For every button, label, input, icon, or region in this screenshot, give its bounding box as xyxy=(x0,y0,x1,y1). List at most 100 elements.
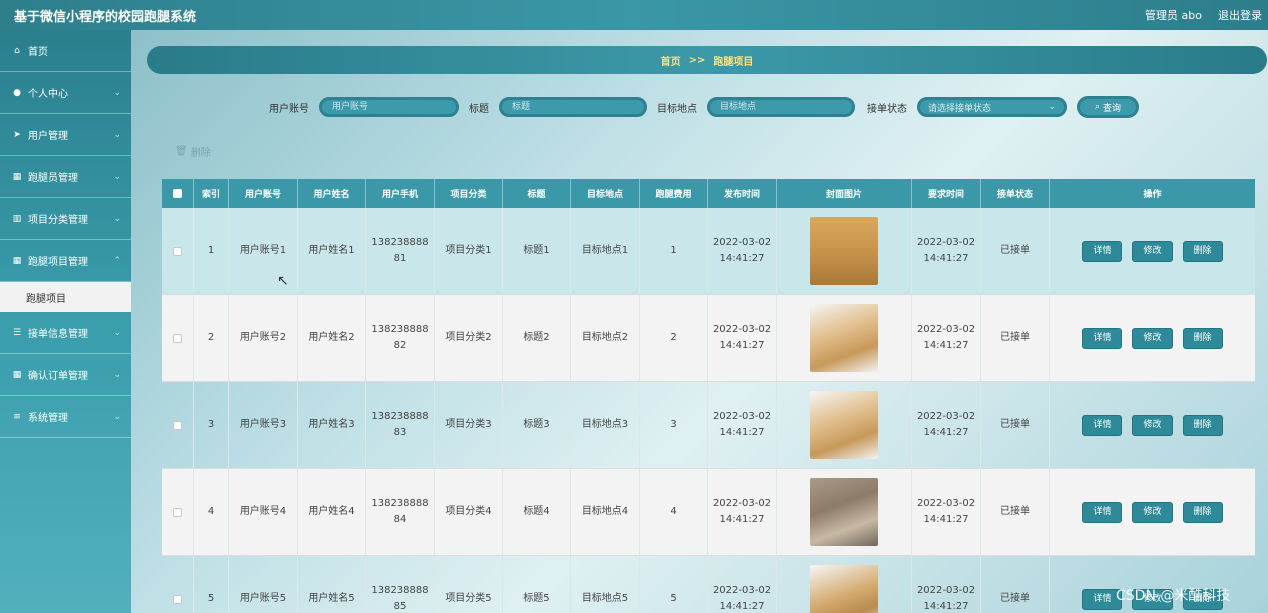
grid-icon: ▦ xyxy=(12,369,22,380)
table-row[interactable]: 4 用户账号4 用户姓名4 138238888 84 项目分类4 标题4 目标地点… xyxy=(162,469,1255,556)
breadcrumb-separator: >> xyxy=(688,54,706,66)
cell-name: 用户姓名4 xyxy=(298,469,366,555)
column-header: 索引 xyxy=(194,179,229,208)
date-part: 2022-03-02 xyxy=(916,498,976,509)
select-all-cell xyxy=(162,179,194,208)
column-header: 目标地点 xyxy=(571,179,640,208)
cell-account: 用户账号2 xyxy=(229,295,298,381)
sidebar-item-user-management[interactable]: ➤ 用户管理 ⌄ xyxy=(0,114,131,156)
search-icon: ⌕ xyxy=(1094,102,1101,112)
cell-phone: 138238888 82 xyxy=(366,295,435,381)
sidebar-item-label: 项目分类管理 xyxy=(28,215,88,226)
cell-actions: 详情 修改 删除 xyxy=(1050,295,1255,381)
phone-part: 138238888 xyxy=(371,237,429,248)
chevron-down-icon: ⌄ xyxy=(1048,102,1056,112)
cell-cover xyxy=(777,556,912,613)
cell-index: 1 xyxy=(194,208,229,294)
cell-fee: 5 xyxy=(640,556,708,613)
sidebar-item-category-management[interactable]: ▥ 项目分类管理 ⌄ xyxy=(0,198,131,240)
column-header: 标题 xyxy=(503,179,571,208)
sidebar-item-personal-center[interactable]: ● 个人中心 ⌄ xyxy=(0,72,131,114)
mouse-cursor-icon: ↖ xyxy=(277,273,289,289)
cover-image xyxy=(810,478,878,546)
query-button-label: 查询 xyxy=(1103,103,1122,114)
status-select[interactable]: 请选择接单状态 ⌄ xyxy=(917,97,1067,117)
cover-image xyxy=(810,217,878,285)
cell-index: 4 xyxy=(194,469,229,555)
grid-icon: ▦ xyxy=(12,171,22,182)
target-label: 目标地点 xyxy=(657,103,697,115)
cell-index: 2 xyxy=(194,295,229,381)
sidebar-item-home[interactable]: ⌂ 首页 xyxy=(0,30,131,72)
sidebar-subitem-errand-project[interactable]: 跑腿项目 xyxy=(0,282,131,312)
phone-part: 84 xyxy=(393,514,407,525)
sidebar-item-project-management[interactable]: ▦ 跑腿项目管理 ⌃ xyxy=(0,240,131,282)
phone-part: 138238888 xyxy=(371,498,429,509)
row-checkbox[interactable] xyxy=(173,246,182,256)
table-row[interactable]: 1 用户账号1 用户姓名1 138238888 81 项目分类1 标题1 目标地点… xyxy=(162,208,1255,295)
cell-cover xyxy=(777,382,912,468)
row-checkbox[interactable] xyxy=(173,507,182,517)
edit-button[interactable]: 修改 xyxy=(1132,414,1173,436)
batch-delete-button[interactable]: 🗑 删除 xyxy=(175,144,211,159)
table-row[interactable]: 2 用户账号2 用户姓名2 138238888 82 项目分类2 标题2 目标地点… xyxy=(162,295,1255,382)
time-part: 14:41:27 xyxy=(923,601,969,612)
detail-button[interactable]: 详情 xyxy=(1082,414,1123,436)
title-input[interactable] xyxy=(499,97,647,117)
breadcrumb-home[interactable]: 首页 xyxy=(661,53,681,68)
cell-cover xyxy=(777,295,912,381)
detail-button[interactable]: 详情 xyxy=(1082,327,1123,349)
delete-button[interactable]: 删除 xyxy=(1182,414,1223,436)
delete-button[interactable]: 删除 xyxy=(1182,240,1223,262)
sidebar-item-system-management[interactable]: ≡ 系统管理 ⌄ xyxy=(0,396,131,438)
cell-phone: 138238888 83 xyxy=(366,382,435,468)
list-icon: ≡ xyxy=(13,411,21,422)
cell-category: 项目分类5 xyxy=(435,556,503,613)
phone-part: 83 xyxy=(393,427,407,438)
logout-link[interactable]: 退出登录 xyxy=(1218,7,1262,23)
detail-button[interactable]: 详情 xyxy=(1082,240,1123,262)
row-select-cell xyxy=(162,469,194,555)
sidebar-item-label: 系统管理 xyxy=(28,413,68,424)
cell-target: 目标地点1 xyxy=(571,208,640,294)
row-checkbox[interactable] xyxy=(173,333,182,343)
cell-publish-time: 2022-03-02 14:41:27 xyxy=(708,556,777,613)
query-button[interactable]: ⌕ 查询 xyxy=(1077,96,1139,118)
bar-chart-icon: ▥ xyxy=(12,213,22,224)
batch-delete-label: 删除 xyxy=(190,148,211,159)
cell-publish-time: 2022-03-02 14:41:27 xyxy=(708,295,777,381)
column-header: 要求时间 xyxy=(912,179,981,208)
cell-title: 标题4 xyxy=(503,469,571,555)
sidebar-item-runner-management[interactable]: ▦ 跑腿员管理 ⌄ xyxy=(0,156,131,198)
detail-button[interactable]: 详情 xyxy=(1082,501,1123,523)
cell-actions: 详情 修改 删除 xyxy=(1050,208,1255,294)
watermark: CSDN @米酷科技 xyxy=(1116,588,1231,604)
row-select-cell xyxy=(162,556,194,613)
table-row[interactable]: 5 用户账号5 用户姓名5 138238888 85 项目分类5 标题5 目标地点… xyxy=(162,556,1255,613)
edit-button[interactable]: 修改 xyxy=(1132,327,1173,349)
sidebar-item-confirm-order-management[interactable]: ▦ 确认订单管理 ⌄ xyxy=(0,354,131,396)
cell-category: 项目分类2 xyxy=(435,295,503,381)
select-all-checkbox[interactable] xyxy=(173,189,182,198)
account-label: 用户账号 xyxy=(269,103,309,115)
data-table: 索引 用户账号 用户姓名 用户手机 项目分类 标题 目标地点 跑腿费用 发布时间… xyxy=(162,179,1255,613)
chevron-down-icon: ⌄ xyxy=(113,369,121,380)
time-part: 14:41:27 xyxy=(719,427,765,438)
delete-button[interactable]: 删除 xyxy=(1182,501,1223,523)
delete-button[interactable]: 删除 xyxy=(1182,327,1223,349)
table-row[interactable]: 3 用户账号3 用户姓名3 138238888 83 项目分类3 标题3 目标地点… xyxy=(162,382,1255,469)
row-checkbox[interactable] xyxy=(173,594,182,604)
edit-button[interactable]: 修改 xyxy=(1132,501,1173,523)
sidebar-item-order-info-management[interactable]: ☰ 接单信息管理 ⌄ xyxy=(0,312,131,354)
row-checkbox[interactable] xyxy=(173,420,182,430)
column-header: 项目分类 xyxy=(435,179,503,208)
chevron-down-icon: ⌄ xyxy=(113,87,121,98)
date-part: 2022-03-02 xyxy=(712,585,772,596)
target-input[interactable] xyxy=(707,97,855,117)
sidebar-item-label: 确认订单管理 xyxy=(28,371,88,382)
sidebar-item-label: 用户管理 xyxy=(28,131,68,142)
edit-button[interactable]: 修改 xyxy=(1132,240,1173,262)
account-input[interactable] xyxy=(319,97,459,117)
cell-title: 标题5 xyxy=(503,556,571,613)
sidebar-item-label: 跑腿员管理 xyxy=(28,173,78,184)
